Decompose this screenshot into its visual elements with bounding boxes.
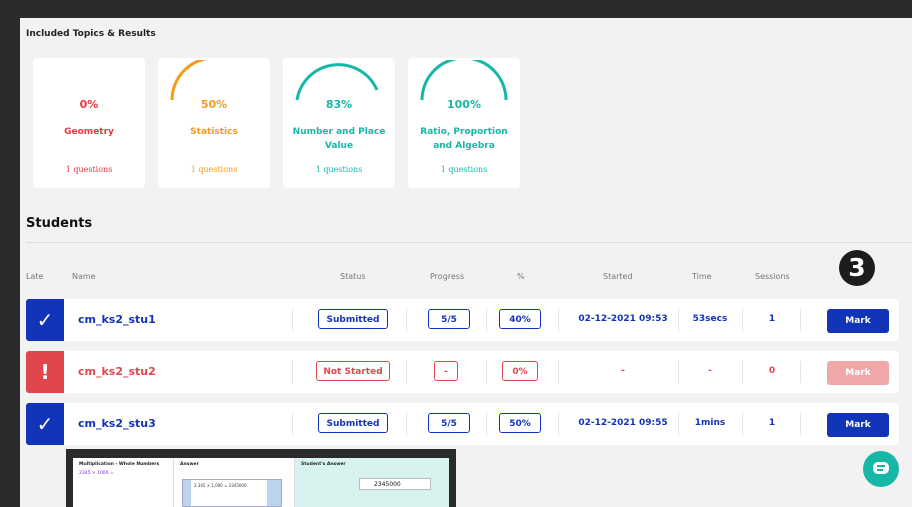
started-datetime: - — [621, 366, 625, 376]
exclamation-icon: ! — [26, 351, 64, 393]
column-header-progress: Progress — [430, 272, 465, 281]
topic-name: Ratio, Proportion and Algebra — [420, 127, 508, 151]
check-icon: ✓ — [26, 299, 64, 341]
topic-percent: 0% — [79, 98, 99, 111]
mark-button[interactable]: Mark — [827, 309, 889, 333]
topic-card-ratio-proportion-algebra[interactable]: 100% Ratio, Proportion and Algebra 1 que… — [408, 58, 520, 188]
step-number-badge: 3 — [839, 250, 875, 286]
student-name[interactable]: cm_ks2_stu2 — [78, 365, 156, 378]
sessions-count: 0 — [768, 366, 776, 376]
answer-title: Answer — [180, 462, 199, 467]
column-header-sessions: Sessions — [755, 272, 790, 281]
students-title: Students — [26, 216, 93, 231]
column-header-status: Status — [340, 272, 366, 281]
mark-button[interactable]: Mark — [827, 361, 889, 385]
percent-badge: 0% — [502, 361, 538, 381]
progress-badge: - — [434, 361, 458, 381]
pupil-working-area: 2,345 × 1,000 = 2345000 — [182, 479, 282, 507]
topic-question-count: 1 questions — [440, 165, 488, 174]
topic-progress-arc — [420, 60, 508, 100]
topic-progress-arc — [295, 63, 379, 100]
student-name[interactable]: cm_ks2_stu1 — [78, 313, 156, 326]
time-spent: - — [708, 366, 712, 376]
sessions-count: 1 — [768, 314, 776, 324]
pupil-working-text: 2,345 × 1,000 = 2345000 — [194, 483, 247, 488]
percent-badge: 50% — [499, 413, 541, 433]
progress-badge: 5/5 — [428, 413, 470, 433]
question-title: Multiplication - Whole Numbers — [79, 462, 160, 467]
percent-badge: 40% — [499, 309, 541, 329]
status-badge: Submitted — [318, 309, 388, 329]
status-badge: Not Started — [316, 361, 390, 381]
topic-card-geometry[interactable]: 0% Geometry 1 questions — [33, 58, 145, 188]
student-name[interactable]: cm_ks2_stu3 — [78, 417, 156, 430]
topic-percent: 100% — [447, 98, 481, 111]
question-text: 2345 × 1000 = — [79, 471, 114, 476]
topic-progress-arc — [170, 60, 209, 100]
topic-card-statistics[interactable]: 50% Statistics 1 questions — [158, 58, 270, 188]
progress-badge: 5/5 — [428, 309, 470, 329]
topic-percent: 83% — [325, 98, 353, 111]
topic-question-count: 1 questions — [190, 165, 238, 174]
started-datetime: 02-12-2021 09:55 — [578, 418, 668, 428]
table-row[interactable]: ✓ cm_ks2_stu1 Submitted 5/5 40% 02-12-20… — [26, 299, 899, 341]
topic-card-number-place-value[interactable]: 83% Number and Place Value 1 questions — [283, 58, 395, 188]
topic-question-count: 1 questions — [65, 165, 113, 174]
check-icon: ✓ — [26, 403, 64, 445]
students-answer-column: Student's Answer 2345000 — [295, 458, 449, 507]
students-answer-field: 2345000 — [359, 478, 431, 490]
mark-button[interactable]: Mark — [827, 413, 889, 437]
lesson-results-panel: Included Topics & Results 0% Geometry 1 … — [20, 18, 912, 507]
column-header-percent: % — [517, 272, 525, 281]
column-header-late: Late — [26, 272, 44, 281]
column-header-started: Started — [603, 272, 633, 281]
chat-icon[interactable] — [863, 451, 899, 487]
status-badge: Submitted — [318, 413, 388, 433]
topic-name: Geometry — [64, 127, 114, 137]
students-answer-title: Student's Answer — [301, 462, 346, 467]
table-row[interactable]: ! cm_ks2_stu2 Not Started - 0% - - 0 Mar… — [26, 351, 899, 393]
topic-name: Number and Place Value — [292, 127, 386, 151]
sessions-count: 1 — [768, 418, 776, 428]
column-header-name: Name — [72, 272, 96, 281]
question-column: Multiplication - Whole Numbers 2345 × 10… — [73, 458, 174, 507]
time-spent: 1mins — [694, 418, 726, 428]
time-spent: 53secs — [692, 314, 728, 324]
topic-name: Statistics — [190, 127, 238, 137]
answer-preview-content: Multiplication - Whole Numbers 2345 × 10… — [73, 458, 449, 507]
topic-question-count: 1 questions — [315, 165, 363, 174]
topic-percent: 50% — [200, 98, 228, 111]
column-header-time: Time — [692, 272, 712, 281]
divider — [26, 242, 912, 243]
answer-preview-thumbnail[interactable]: Multiplication - Whole Numbers 2345 × 10… — [66, 449, 456, 507]
topics-section-title: Included Topics & Results — [26, 29, 156, 39]
table-row[interactable]: ✓ cm_ks2_stu3 Submitted 5/5 50% 02-12-20… — [26, 403, 899, 445]
started-datetime: 02-12-2021 09:53 — [578, 314, 668, 324]
answer-column: Answer 2,345 × 1,000 = 2345000 — [174, 458, 295, 507]
